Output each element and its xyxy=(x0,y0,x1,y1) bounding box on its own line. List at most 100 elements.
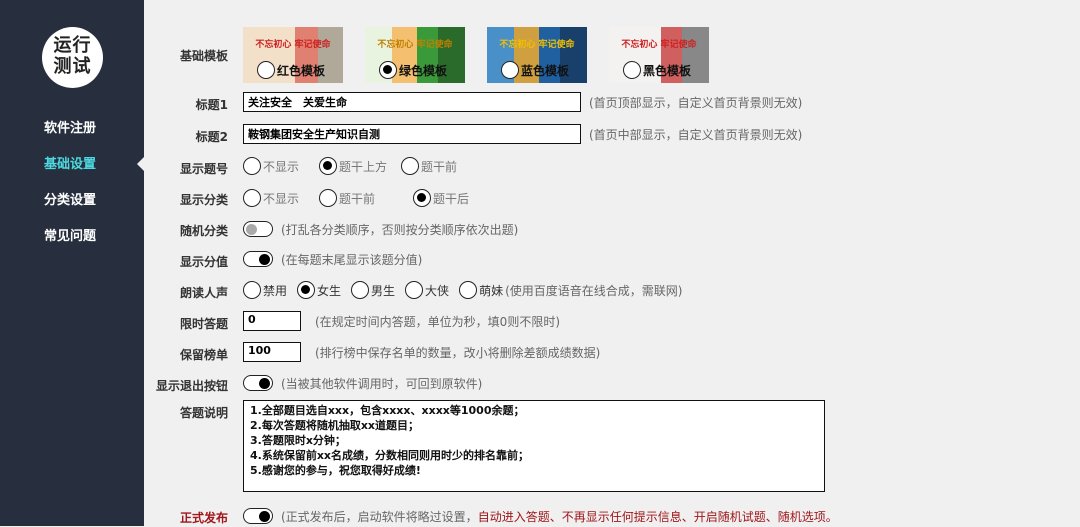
title2-input[interactable]: 鞍钢集团安全生产知识自测 xyxy=(243,124,581,144)
toggle-knob xyxy=(259,377,270,389)
toggle-knob xyxy=(259,510,270,522)
template-banner: 不忘初心 牢记使命 xyxy=(621,40,697,50)
option-label: 女生 xyxy=(317,283,342,298)
publish-hint-warning: 自动进入答题、不再显示任何提示信息、开启随机试题、随机选项。 xyxy=(477,509,838,524)
title1-input[interactable]: 关注安全 关爱生命 xyxy=(243,92,581,112)
title1-label: 标题1 xyxy=(195,98,228,112)
description-line: 1.全部题目选自xxx，包含xxxx、xxxx等1000余题； xyxy=(250,404,525,417)
settings-row: (正式发布后，启动软件将略过设置，自动进入答题、不再显示任何提示信息、开启随机试… xyxy=(243,505,838,527)
radio-icon[interactable] xyxy=(319,189,338,207)
show-category-option-after[interactable]: 题干后 xyxy=(413,189,469,207)
voice-label: 朗读人声 xyxy=(179,286,228,300)
show-score-label: 显示分值 xyxy=(179,255,228,269)
leaderboard-input[interactable]: 100 xyxy=(243,342,301,362)
settings-row: 不显示 题干上方 题干前 xyxy=(243,155,475,177)
radio-icon[interactable] xyxy=(501,61,519,79)
exit-button-hint: (当被其他软件调用时，可回到原软件) xyxy=(281,376,483,391)
radio-icon[interactable] xyxy=(459,281,478,299)
time-limit-input[interactable]: 0 xyxy=(243,311,301,331)
template-green[interactable]: 不忘初心 牢记使命 绿色模板 xyxy=(365,27,465,83)
description-label: 答题说明 xyxy=(179,406,228,420)
template-blue[interactable]: 不忘初心 牢记使命 蓝色模板 xyxy=(487,27,587,83)
template-label: 蓝色模板 xyxy=(521,63,570,78)
radio-icon[interactable] xyxy=(379,61,397,79)
settings-row: 不显示 题干前 题干后 xyxy=(243,187,487,209)
leaderboard-label: 保留榜单 xyxy=(179,348,228,362)
random-category-label: 随机分类 xyxy=(179,224,228,238)
voice-option-hero[interactable]: 大侠 xyxy=(405,281,449,299)
show-score-toggle[interactable] xyxy=(243,251,273,267)
template-label: 红色模板 xyxy=(277,63,326,78)
settings-row: 关注安全 关爱生命 (首页顶部显示，自定义首页背景则无效) xyxy=(243,91,802,113)
settings-row: (当被其他软件调用时，可回到原软件) xyxy=(243,372,482,394)
time-limit-hint: (在规定时间内答题，单位为秒，填0则不限时) xyxy=(315,314,560,329)
active-indicator xyxy=(137,156,145,172)
publish-label: 正式发布 xyxy=(179,511,228,525)
template-label: 黑色模板 xyxy=(643,63,692,78)
description-line: 2.每次答题将随机抽取xx道题目； xyxy=(250,419,420,432)
leaderboard-hint: (排行榜中保存名单的数量，改小将删除差额成绩数据) xyxy=(315,345,601,360)
description-line: 5.感谢您的参与，祝您取得好成绩! xyxy=(250,464,421,477)
random-category-hint: (打乱各分类顺序，否则按分类顺序依次出题) xyxy=(281,222,519,237)
radio-icon[interactable] xyxy=(413,189,432,207)
show-number-option-before[interactable]: 题干前 xyxy=(401,157,457,175)
templates-label: 基础模板 xyxy=(179,49,228,63)
settings-row: 鞍钢集团安全生产知识自测 (首页中部显示，自定义首页背景则无效) xyxy=(243,123,802,145)
template-banner: 不忘初心 牢记使命 xyxy=(255,40,331,50)
radio-icon[interactable] xyxy=(623,61,641,79)
radio-icon[interactable] xyxy=(405,281,424,299)
show-number-option-above[interactable]: 题干上方 xyxy=(319,157,387,175)
template-black[interactable]: 不忘初心 牢记使命 黑色模板 xyxy=(609,27,709,83)
description-line: 4.系统保留前xx名成绩，分数相同则用时少的排名靠前； xyxy=(250,449,530,462)
description-textarea[interactable]: 1.全部题目选自xxx，包含xxxx、xxxx等1000余题； 2.每次答题将随… xyxy=(243,400,825,492)
show-category-option-before[interactable]: 题干前 xyxy=(319,189,375,207)
settings-row: 0 (在规定时间内答题，单位为秒，填0则不限时) xyxy=(243,310,560,332)
random-category-toggle[interactable] xyxy=(243,221,273,237)
exit-button-label: 显示退出按钮 xyxy=(155,379,228,393)
show-number-option-hide[interactable]: 不显示 xyxy=(243,157,299,175)
logo-line2: 测试 xyxy=(53,56,92,77)
publish-hint: (正式发布后，启动软件将略过设置，自动进入答题、不再显示任何提示信息、开启随机试… xyxy=(281,508,838,525)
show-category-label: 显示分类 xyxy=(179,193,228,207)
radio-icon[interactable] xyxy=(257,61,275,79)
description-line: 3.答题限时x分钟； xyxy=(250,434,346,447)
title1-hint: (首页顶部显示，自定义首页背景则无效) xyxy=(589,95,803,110)
option-label: 题干前 xyxy=(421,159,458,174)
option-label: 不显示 xyxy=(263,191,300,206)
radio-icon[interactable] xyxy=(243,281,261,299)
sidebar: 运行 测试 软件注册 基础设置 分类设置 常见问题 xyxy=(0,0,145,526)
template-banner: 不忘初心 牢记使命 xyxy=(499,40,575,50)
template-red[interactable]: 不忘初心 牢记使命 红色模板 xyxy=(243,27,343,83)
show-number-label: 显示题号 xyxy=(179,162,228,176)
radio-icon[interactable] xyxy=(243,157,261,175)
template-banner: 不忘初心 牢记使命 xyxy=(377,40,453,50)
option-label: 萌妹 xyxy=(479,283,504,298)
voice-option-male[interactable]: 男生 xyxy=(351,281,395,299)
settings-row: (打乱各分类顺序，否则按分类顺序依次出题) xyxy=(243,218,518,240)
voice-option-disabled[interactable]: 禁用 xyxy=(243,281,287,299)
show-score-hint: (在每题末尾显示该题分值) xyxy=(281,252,423,267)
voice-option-cute[interactable]: 萌妹 xyxy=(459,281,503,299)
radio-icon[interactable] xyxy=(319,157,338,175)
app-logo: 运行 测试 xyxy=(42,27,103,88)
voice-hint: (使用百度语音在线合成，需联网) xyxy=(505,283,683,298)
option-label: 不显示 xyxy=(263,159,300,174)
sidebar-item-category-settings[interactable]: 分类设置 xyxy=(44,189,96,208)
sidebar-item-basic-settings[interactable]: 基础设置 xyxy=(44,153,96,172)
settings-row: (在每题末尾显示该题分值) xyxy=(243,248,422,270)
title2-label: 标题2 xyxy=(195,130,228,144)
radio-icon[interactable] xyxy=(401,157,420,175)
exit-button-toggle[interactable] xyxy=(243,375,273,391)
radio-icon[interactable] xyxy=(297,281,316,299)
option-label: 题干上方 xyxy=(339,159,388,174)
option-label: 题干前 xyxy=(339,191,376,206)
sidebar-item-register[interactable]: 软件注册 xyxy=(44,117,96,136)
radio-icon[interactable] xyxy=(351,281,370,299)
radio-icon[interactable] xyxy=(243,189,261,207)
option-label: 大侠 xyxy=(425,283,450,298)
sidebar-item-faq[interactable]: 常见问题 xyxy=(44,225,96,244)
show-category-option-hide[interactable]: 不显示 xyxy=(243,189,299,207)
publish-toggle[interactable] xyxy=(243,508,273,524)
option-label: 男生 xyxy=(371,283,396,298)
voice-option-female[interactable]: 女生 xyxy=(297,281,341,299)
